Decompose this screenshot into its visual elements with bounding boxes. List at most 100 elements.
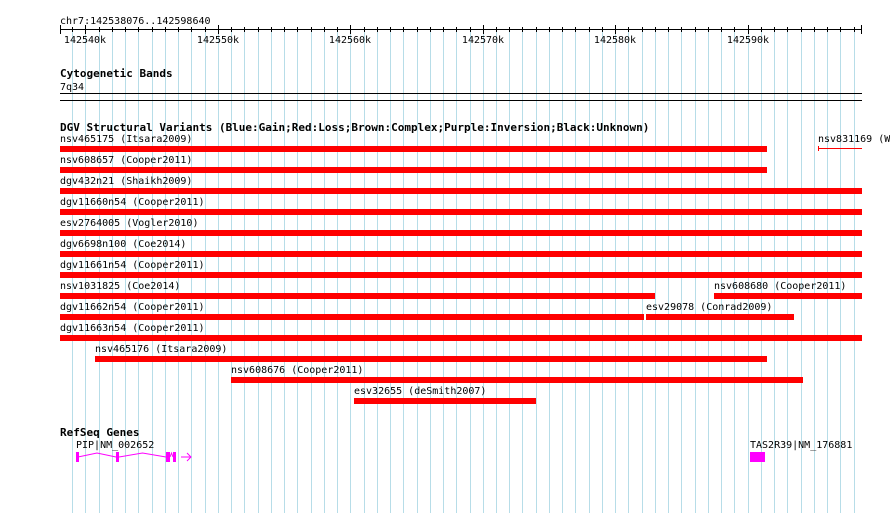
ruler-minor-tick [522,27,523,32]
ruler-minor-tick [125,27,126,32]
ruler-minor-tick [721,27,722,32]
ruler-minor-tick [575,27,576,32]
variant-bar [60,314,644,320]
ruler-minor-tick [602,27,603,32]
variant-bar-cap [818,146,819,151]
gene-label: PIP|NM_002652 [76,440,155,451]
ruler-minor-tick [774,27,775,32]
ruler-minor-tick [337,27,338,32]
ruler-minor-tick [681,27,682,32]
ruler-minor-tick [642,27,643,32]
variant-bar [60,188,862,194]
variant-bar [60,167,767,173]
ruler-major-tick [483,25,484,34]
variant-label: esv29078 (Conrad2009) [646,302,773,313]
variant-bar [231,377,803,383]
ruler-minor-tick [655,27,656,32]
cytoband-label: 7q34 [60,82,85,93]
ruler-minor-tick [761,27,762,32]
ruler-minor-tick [99,27,100,32]
ruler-tick-label: 142570k [461,35,505,46]
ruler-minor-tick [390,27,391,32]
ruler-minor-tick [231,27,232,32]
ruler-minor-tick [112,27,113,32]
refseq-track-title: RefSeq Genes [60,426,140,439]
ruler-minor-tick [496,27,497,32]
variant-label: nsv831169 (Wong2007) [818,134,890,145]
ruler-minor-tick [284,27,285,32]
gene-exon [76,452,79,462]
gene-intron [77,452,117,458]
ruler-minor-tick [152,27,153,32]
ruler-minor-tick [443,27,444,32]
ruler-minor-tick [854,27,855,32]
ruler-minor-tick [430,27,431,32]
ruler-minor-tick [509,27,510,32]
ruler-minor-tick [668,27,669,32]
ruler-minor-tick [470,27,471,32]
variant-label: esv2764005 (Vogler2010) [60,218,199,229]
variant-label: nsv608676 (Cooper2011) [231,365,364,376]
ruler-minor-tick [787,27,788,32]
ruler-minor-tick [244,27,245,32]
ruler-minor-tick [377,27,378,32]
ruler-right-cap [861,25,862,34]
ruler-minor-tick [827,27,828,32]
variant-label: dgv11663n54 (Cooper2011) [60,323,205,334]
ruler-minor-tick [536,27,537,32]
genome-browser-view: chr7:142538076..142598640 142540k 142550k… [0,0,890,513]
ruler-minor-tick [589,27,590,32]
ruler-minor-tick [364,27,365,32]
ruler-minor-tick [258,27,259,32]
variant-bar [60,335,862,341]
ruler-minor-tick [311,27,312,32]
ruler-minor-tick [562,27,563,32]
ruler-minor-tick [840,27,841,32]
variant-bar [60,230,862,236]
ruler-tick-label: 142590k [726,35,770,46]
variant-label: nsv608680 (Cooper2011) [714,281,847,292]
ruler-minor-tick [708,27,709,32]
gene-exon [116,452,119,462]
variant-bar [646,314,794,320]
variant-label: dgv11661n54 (Cooper2011) [60,260,205,271]
ruler-minor-tick [628,27,629,32]
variant-bar [354,398,536,404]
ruler-minor-tick [138,27,139,32]
ruler-minor-tick [178,27,179,32]
ruler-minor-tick [549,27,550,32]
variant-bar [60,251,862,257]
ruler-minor-tick [814,27,815,32]
variant-bar [714,293,862,299]
cytoband-bottom-line [60,100,862,101]
ruler-minor-tick [205,27,206,32]
ruler-minor-tick [695,27,696,32]
variant-label: esv32655 (deSmith2007) [354,386,487,397]
ruler-tick-label: 142580k [593,35,637,46]
variant-bar [95,356,767,362]
gene-intron [118,452,167,458]
variant-bar [60,272,862,278]
variant-bar [818,148,862,149]
gene-intron [169,451,174,458]
variant-bar [60,209,862,215]
ruler-minor-tick [297,27,298,32]
variant-label: nsv1031825 (Coe2014) [60,281,181,292]
ruler-minor-tick [417,27,418,32]
ruler-left-cap [60,25,61,34]
gene-exon [750,452,765,462]
ruler-tick-label: 142540k [63,35,107,46]
cytoband-top-line [60,93,862,94]
ruler-tick-label: 142550k [196,35,240,46]
ruler-minor-tick [191,27,192,32]
ruler-major-tick [85,25,86,34]
ruler-major-tick [615,25,616,34]
variant-label: dgv432n21 (Shaikh2009) [60,176,193,187]
ruler-axis [60,29,862,30]
gene-exon [173,452,176,462]
dgv-track-title: DGV Structural Variants (Blue:Gain;Red:L… [60,121,650,134]
variant-label: nsv608657 (Cooper2011) [60,155,193,166]
ruler-minor-tick [324,27,325,32]
ruler-major-tick [748,25,749,34]
gene-label: TAS2R39|NM_176881 [750,440,853,451]
